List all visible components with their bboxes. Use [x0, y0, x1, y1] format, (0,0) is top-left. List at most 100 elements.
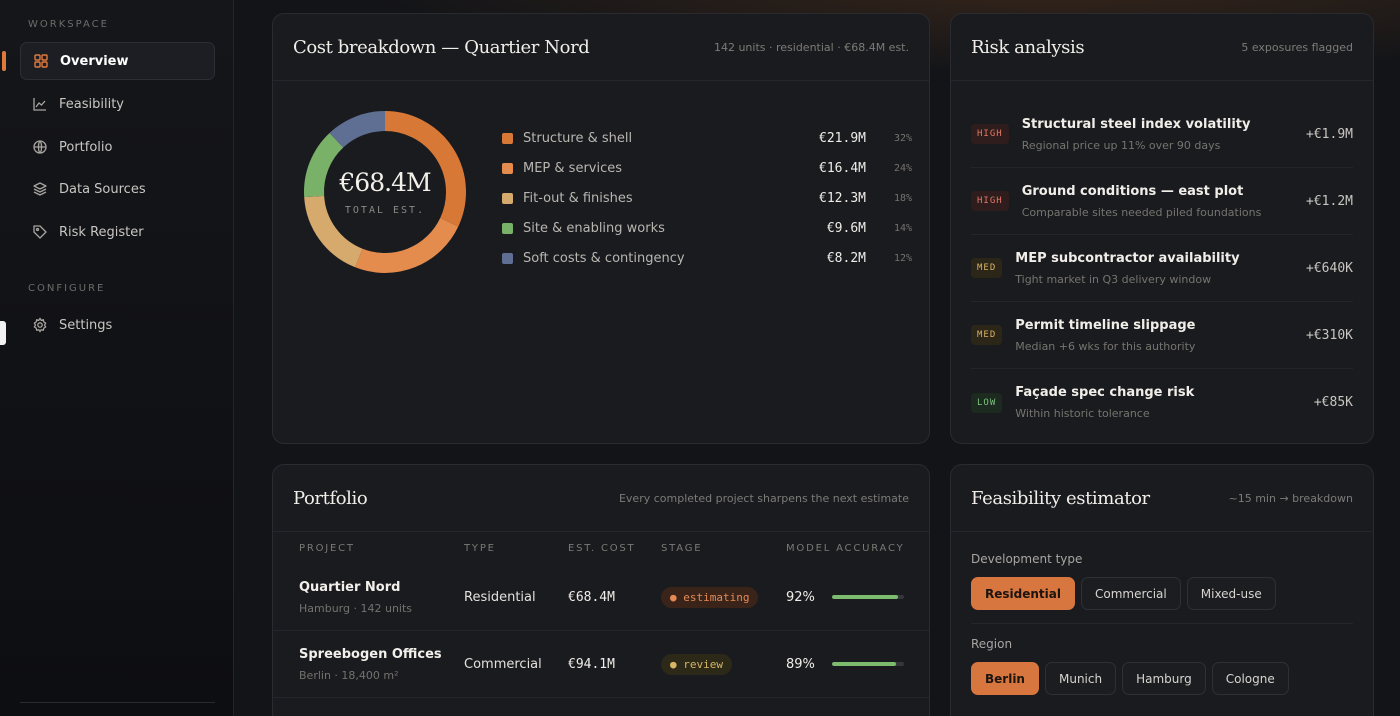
cost-donut-chart: €68.4M TOTAL EST. [303, 110, 467, 274]
sidebar-item-label: Data Sources [59, 181, 146, 197]
risk-item[interactable]: MED Permit timeline slippage Median +6 w… [971, 302, 1353, 369]
risk-item-amount: +€640K [1306, 260, 1353, 276]
legend-swatch [502, 132, 513, 144]
region-option-cologne[interactable]: Cologne [1211, 662, 1289, 695]
legend-label: Soft costs & contingency [523, 250, 685, 266]
risk-list: HIGH Structural steel index volatility R… [951, 81, 1373, 436]
column-header-cost[interactable]: EST. COST [568, 543, 661, 554]
risk-item-title: MEP subcontractor availability [1015, 250, 1240, 266]
legend-percent: 32% [893, 132, 912, 144]
configure-section-label: CONFIGURE [28, 283, 106, 294]
risk-level-badge: MED [971, 258, 1003, 278]
grid-icon [33, 53, 49, 69]
project-type: Residential [464, 589, 536, 605]
active-indicator [2, 51, 6, 71]
risk-item-title: Ground conditions — east plot [1021, 183, 1244, 199]
risk-level-badge: MED [971, 325, 1003, 345]
cost-title: Cost breakdown — Quartier Nord [293, 36, 590, 58]
legend-percent: 24% [893, 162, 912, 174]
cost-meta: 142 units · residential · €68.4M est. [713, 40, 909, 54]
feasibility-card-header: Feasibility estimator ~15 min → breakdow… [951, 465, 1373, 532]
risk-item-subtitle: Tight market in Q3 delivery window [1015, 272, 1212, 286]
risk-item[interactable]: HIGH Ground conditions — east plot Compa… [971, 168, 1353, 235]
globe-icon [32, 139, 48, 155]
risk-level-badge: HIGH [971, 191, 1009, 211]
region-options: Berlin Munich Hamburg Cologne [971, 662, 1353, 695]
legend-label: MEP & services [523, 160, 623, 176]
risk-title: Risk analysis [971, 36, 1085, 58]
portfolio-meta: Every completed project sharpens the nex… [618, 491, 909, 505]
legend-percent: 14% [893, 222, 912, 234]
table-row[interactable]: Spreebogen Offices Berlin · 18,400 m² Co… [273, 631, 929, 698]
column-header-project[interactable]: PROJECT [299, 543, 464, 554]
column-header-accuracy[interactable]: MODEL ACCURACY [786, 543, 916, 554]
risk-card-header: Risk analysis 5 exposures flagged [951, 14, 1373, 81]
legend-row: Structure & shell €21.9M 32% [502, 123, 912, 153]
risk-item-subtitle: Median +6 wks for this authority [1015, 339, 1196, 353]
cost-legend: Structure & shell €21.9M 32% MEP & servi… [502, 123, 912, 273]
risk-item-amount: +€1.2M [1306, 193, 1353, 209]
project-cost: €68.4M [568, 589, 615, 605]
risk-item-amount: +€310K [1306, 327, 1353, 343]
table-header: PROJECT TYPE EST. COST STAGE MODEL ACCUR… [273, 532, 929, 564]
accuracy-bar-fill [832, 662, 897, 666]
risk-item-subtitle: Within historic tolerance [1015, 407, 1150, 420]
region-option-munich[interactable]: Munich [1044, 662, 1117, 695]
region-option-hamburg[interactable]: Hamburg [1122, 662, 1206, 695]
workspace-section-label: WORKSPACE [28, 19, 109, 30]
legend-value: €9.6M [826, 220, 866, 236]
legend-percent: 18% [893, 192, 912, 204]
sidebar-item-label: Portfolio [59, 139, 113, 155]
risk-item-title: Permit timeline slippage [1015, 317, 1196, 333]
sidebar-item-feasibility[interactable]: Feasibility [20, 85, 215, 123]
accuracy-value: 92% [786, 589, 815, 605]
legend-swatch [502, 222, 513, 234]
dev-option-mixed-use[interactable]: Mixed-use [1186, 577, 1276, 610]
risk-item[interactable]: MED MEP subcontractor availability Tight… [971, 235, 1353, 302]
project-subtitle: Berlin · 18,400 m² [299, 668, 399, 682]
project-cost: €94.1M [568, 656, 615, 672]
legend-row: MEP & services €16.4M 24% [502, 153, 912, 183]
sidebar-item-settings[interactable]: Settings [20, 306, 215, 344]
accuracy-bar [832, 662, 904, 666]
legend-value: €21.9M [819, 130, 866, 146]
donut-total-value: €68.4M [339, 168, 431, 197]
feasibility-card: Feasibility estimator ~15 min → breakdow… [950, 464, 1374, 716]
sidebar-item-label: Overview [60, 53, 129, 69]
development-type-label: Development type [971, 552, 1083, 566]
risk-item-title: Façade spec change risk [1015, 385, 1195, 400]
sidebar-item-data-sources[interactable]: Data Sources [20, 170, 215, 208]
legend-swatch [502, 162, 513, 174]
dev-option-residential[interactable]: Residential [971, 577, 1075, 610]
risk-level-badge: HIGH [971, 124, 1009, 144]
region-option-berlin[interactable]: Berlin [971, 662, 1039, 695]
column-header-stage[interactable]: STAGE [661, 543, 786, 554]
feasibility-meta: ~15 min → breakdown [1228, 491, 1354, 505]
legend-label: Site & enabling works [523, 220, 665, 236]
cost-breakdown-card: Cost breakdown — Quartier Nord 142 units… [272, 13, 930, 444]
column-header-type[interactable]: TYPE [464, 543, 568, 554]
sidebar-item-label: Feasibility [59, 96, 124, 112]
risk-item[interactable]: LOW Façade spec change risk Within histo… [971, 369, 1353, 436]
table-row[interactable]: Quartier Nord Hamburg · 142 units Reside… [273, 564, 929, 631]
portfolio-card: Portfolio Every completed project sharpe… [272, 464, 930, 716]
sidebar-item-overview[interactable]: Overview [20, 42, 215, 80]
accuracy-bar [832, 595, 904, 599]
risk-meta: 5 exposures flagged [1241, 40, 1353, 54]
risk-item[interactable]: HIGH Structural steel index volatility R… [971, 101, 1353, 168]
stage-label: review [683, 658, 723, 671]
edge-handle[interactable] [0, 321, 6, 345]
risk-analysis-card: Risk analysis 5 exposures flagged HIGH S… [950, 13, 1374, 444]
legend-swatch [502, 192, 513, 204]
dev-option-commercial[interactable]: Commercial [1080, 577, 1181, 610]
project-subtitle: Hamburg · 142 units [299, 601, 413, 615]
legend-row: Fit-out & finishes €12.3M 18% [502, 183, 912, 213]
sidebar-divider [20, 702, 215, 703]
risk-item-amount: +€1.9M [1306, 126, 1353, 142]
sidebar-item-risk-register[interactable]: Risk Register [20, 213, 215, 251]
project-type: Commercial [464, 656, 542, 672]
risk-level-badge: LOW [971, 392, 1003, 413]
legend-label: Structure & shell [523, 130, 633, 146]
sidebar-item-portfolio[interactable]: Portfolio [20, 128, 215, 166]
legend-row: Soft costs & contingency €8.2M 12% [502, 243, 912, 273]
